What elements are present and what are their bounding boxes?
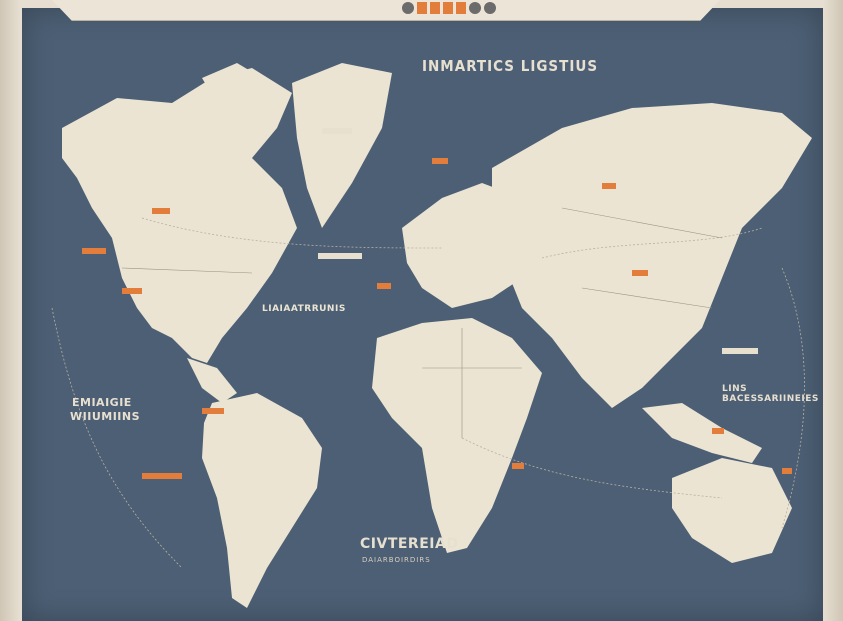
map-marker [712,428,724,434]
map-marker [602,183,616,189]
south-america [202,393,322,608]
africa [372,318,542,553]
center-label: LIAIAATRRUNIS [262,304,346,314]
map-marker [152,208,170,214]
map-marker [632,270,648,276]
north-america [62,68,297,363]
left-label-2: WIIUMIINS [70,410,141,423]
bottom-label: CIVTEREIAD [360,536,459,552]
map-label-chip [322,128,352,134]
continents [51,63,812,608]
badge-icon [443,2,453,14]
badge-icon [469,2,481,14]
left-label-1: EMIAIGIE [72,396,132,409]
asia [492,103,812,408]
australia [672,458,792,563]
banner-badges [402,2,496,14]
badge-icon [402,2,414,14]
map-marker [142,473,182,479]
map-label-chip [318,253,362,259]
map-marker [512,463,524,469]
greenland [292,63,392,228]
badge-icon [484,2,496,14]
map-marker [202,408,224,414]
southeast-asia [642,403,762,463]
map-marker [122,288,142,294]
map-marker [432,158,448,164]
badge-icon [417,2,427,14]
map-title: INMARTICS LIGSTIUS [422,57,599,75]
badge-icon [456,2,466,14]
central-america [187,358,237,403]
map-marker [782,468,792,474]
map-marker [82,248,106,254]
badge-icon [430,2,440,14]
bottom-sublabel: DAIARBOIRDIRS [362,556,431,564]
map-marker [377,283,391,289]
title-banner [52,0,720,21]
east-label: LINS BACESSARIINEIES [722,384,819,404]
map-label-chip [722,348,758,354]
world-map: INMARTICS LIGSTIUS EMIAIGIE WIIUMIINS LI… [22,8,823,621]
